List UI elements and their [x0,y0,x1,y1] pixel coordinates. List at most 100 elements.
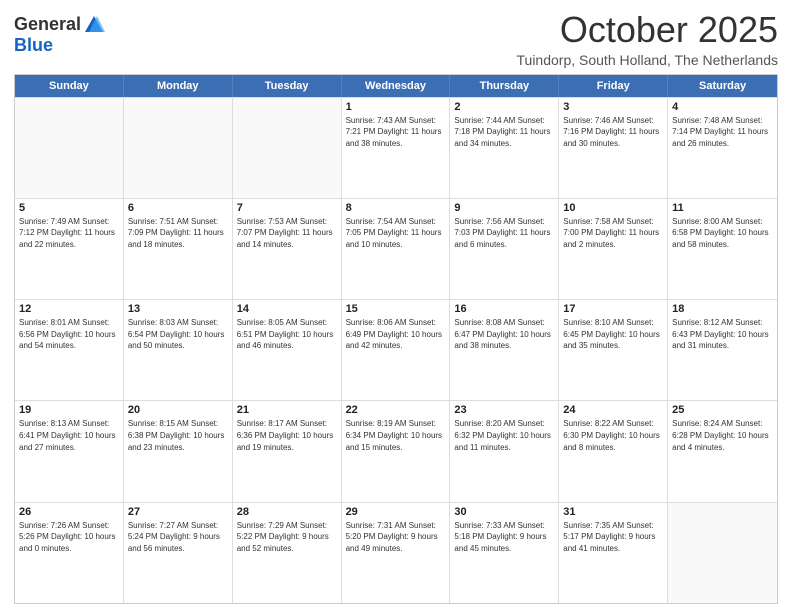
cell-info: Sunrise: 7:26 AM Sunset: 5:26 PM Dayligh… [19,520,119,555]
logo-general-text: General [14,15,81,35]
calendar-cell-31: 31 Sunrise: 7:35 AM Sunset: 5:17 PM Dayli… [559,503,668,603]
cell-info: Sunrise: 8:19 AM Sunset: 6:34 PM Dayligh… [346,418,446,453]
calendar-cell-29: 29Sunrise: 7:31 AM Sunset: 5:20 PM Dayli… [342,503,451,603]
cell-info: Sunrise: 7:48 AM Sunset: 7:14 PM Dayligh… [672,115,773,150]
day-number: 28 [237,506,337,518]
cell-info: Sunrise: 7:44 AM Sunset: 7:18 PM Dayligh… [454,115,554,150]
day-number: 11 [672,202,773,214]
calendar-row-1: 5 Sunrise: 7:49 AM Sunset: 7:12 PM Daylig… [15,198,777,299]
cell-info: Sunrise: 8:20 AM Sunset: 6:32 PM Dayligh… [454,418,554,453]
day-number: 17 [563,303,663,315]
day-number: 15 [346,303,446,315]
day-number: 3 [563,101,663,113]
calendar-cell-empty-4-6 [668,503,777,603]
calendar-cell-6: 6 Sunrise: 7:51 AM Sunset: 7:09 PM Daylig… [124,199,233,299]
day-number: 5 [19,202,119,214]
weekday-header-friday: Friday [559,75,668,97]
day-number: 8 [346,202,446,214]
calendar-cell-18: 18 Sunrise: 8:12 AM Sunset: 6:43 PM Dayli… [668,300,777,400]
weekday-header-saturday: Saturday [668,75,777,97]
calendar-cell-12: 12 Sunrise: 8:01 AM Sunset: 6:56 PM Dayli… [15,300,124,400]
page: General Blue October 2025 Tuindorp, Sout… [0,0,792,612]
calendar-cell-empty-0-0 [15,98,124,198]
day-number: 4 [672,101,773,113]
day-number: 19 [19,404,119,416]
day-number: 2 [454,101,554,113]
calendar-cell-empty-0-2 [233,98,342,198]
location: Tuindorp, South Holland, The Netherlands [517,52,779,68]
title-block: October 2025 Tuindorp, South Holland, Th… [517,10,779,68]
day-number: 30 [454,506,554,518]
cell-info: Sunrise: 7:54 AM Sunset: 7:05 PM Dayligh… [346,216,446,251]
calendar-cell-4: 4 Sunrise: 7:48 AM Sunset: 7:14 PM Daylig… [668,98,777,198]
calendar-cell-22: 22Sunrise: 8:19 AM Sunset: 6:34 PM Dayli… [342,401,451,501]
cell-info: Sunrise: 8:17 AM Sunset: 6:36 PM Dayligh… [237,418,337,453]
calendar: SundayMondayTuesdayWednesdayThursdayFrid… [14,74,778,604]
calendar-cell-19: 19 Sunrise: 8:13 AM Sunset: 6:41 PM Dayli… [15,401,124,501]
calendar-cell-21: 21 Sunrise: 8:17 AM Sunset: 6:36 PM Dayli… [233,401,342,501]
calendar-cell-7: 7 Sunrise: 7:53 AM Sunset: 7:07 PM Daylig… [233,199,342,299]
calendar-cell-28: 28 Sunrise: 7:29 AM Sunset: 5:22 PM Dayli… [233,503,342,603]
calendar-cell-17: 17Sunrise: 8:10 AM Sunset: 6:45 PM Dayli… [559,300,668,400]
calendar-cell-20: 20Sunrise: 8:15 AM Sunset: 6:38 PM Dayli… [124,401,233,501]
cell-info: Sunrise: 8:05 AM Sunset: 6:51 PM Dayligh… [237,317,337,352]
cell-info: Sunrise: 8:06 AM Sunset: 6:49 PM Dayligh… [346,317,446,352]
day-number: 27 [128,506,228,518]
weekday-header-monday: Monday [124,75,233,97]
cell-info: Sunrise: 7:51 AM Sunset: 7:09 PM Dayligh… [128,216,228,251]
calendar-cell-30: 30Sunrise: 7:33 AM Sunset: 5:18 PM Dayli… [450,503,559,603]
calendar-body: 1 Sunrise: 7:43 AM Sunset: 7:21 PM Daylig… [15,97,777,603]
cell-info: Sunrise: 8:08 AM Sunset: 6:47 PM Dayligh… [454,317,554,352]
calendar-cell-10: 10Sunrise: 7:58 AM Sunset: 7:00 PM Dayli… [559,199,668,299]
cell-info: Sunrise: 7:29 AM Sunset: 5:22 PM Dayligh… [237,520,337,555]
calendar-row-0: 1 Sunrise: 7:43 AM Sunset: 7:21 PM Daylig… [15,97,777,198]
calendar-row-3: 19 Sunrise: 8:13 AM Sunset: 6:41 PM Dayli… [15,400,777,501]
calendar-cell-27: 27 Sunrise: 7:27 AM Sunset: 5:24 PM Dayli… [124,503,233,603]
calendar-cell-23: 23 Sunrise: 8:20 AM Sunset: 6:32 PM Dayli… [450,401,559,501]
day-number: 31 [563,506,663,518]
calendar-cell-14: 14 Sunrise: 8:05 AM Sunset: 6:51 PM Dayli… [233,300,342,400]
logo-icon [83,14,105,36]
day-number: 23 [454,404,554,416]
day-number: 25 [672,404,773,416]
cell-info: Sunrise: 8:00 AM Sunset: 6:58 PM Dayligh… [672,216,773,251]
calendar-cell-15: 15 Sunrise: 8:06 AM Sunset: 6:49 PM Dayli… [342,300,451,400]
calendar-cell-9: 9 Sunrise: 7:56 AM Sunset: 7:03 PM Daylig… [450,199,559,299]
cell-info: Sunrise: 7:56 AM Sunset: 7:03 PM Dayligh… [454,216,554,251]
weekday-header-tuesday: Tuesday [233,75,342,97]
cell-info: Sunrise: 8:03 AM Sunset: 6:54 PM Dayligh… [128,317,228,352]
day-number: 18 [672,303,773,315]
cell-info: Sunrise: 7:27 AM Sunset: 5:24 PM Dayligh… [128,520,228,555]
cell-info: Sunrise: 7:49 AM Sunset: 7:12 PM Dayligh… [19,216,119,251]
cell-info: Sunrise: 7:35 AM Sunset: 5:17 PM Dayligh… [563,520,663,555]
calendar-cell-empty-0-1 [124,98,233,198]
cell-info: Sunrise: 8:01 AM Sunset: 6:56 PM Dayligh… [19,317,119,352]
day-number: 1 [346,101,446,113]
weekday-header-thursday: Thursday [450,75,559,97]
cell-info: Sunrise: 7:43 AM Sunset: 7:21 PM Dayligh… [346,115,446,150]
calendar-header-row: SundayMondayTuesdayWednesdayThursdayFrid… [15,75,777,97]
cell-info: Sunrise: 8:22 AM Sunset: 6:30 PM Dayligh… [563,418,663,453]
day-number: 9 [454,202,554,214]
cell-info: Sunrise: 7:58 AM Sunset: 7:00 PM Dayligh… [563,216,663,251]
day-number: 26 [19,506,119,518]
day-number: 6 [128,202,228,214]
calendar-cell-2: 2 Sunrise: 7:44 AM Sunset: 7:18 PM Daylig… [450,98,559,198]
day-number: 20 [128,404,228,416]
day-number: 16 [454,303,554,315]
cell-info: Sunrise: 7:53 AM Sunset: 7:07 PM Dayligh… [237,216,337,251]
weekday-header-sunday: Sunday [15,75,124,97]
calendar-cell-24: 24Sunrise: 8:22 AM Sunset: 6:30 PM Dayli… [559,401,668,501]
day-number: 21 [237,404,337,416]
calendar-row-2: 12 Sunrise: 8:01 AM Sunset: 6:56 PM Dayli… [15,299,777,400]
cell-info: Sunrise: 8:12 AM Sunset: 6:43 PM Dayligh… [672,317,773,352]
day-number: 12 [19,303,119,315]
day-number: 14 [237,303,337,315]
cell-info: Sunrise: 8:24 AM Sunset: 6:28 PM Dayligh… [672,418,773,453]
logo: General Blue [14,14,105,56]
cell-info: Sunrise: 8:13 AM Sunset: 6:41 PM Dayligh… [19,418,119,453]
calendar-cell-26: 26 Sunrise: 7:26 AM Sunset: 5:26 PM Dayli… [15,503,124,603]
day-number: 7 [237,202,337,214]
calendar-cell-11: 11 Sunrise: 8:00 AM Sunset: 6:58 PM Dayli… [668,199,777,299]
day-number: 29 [346,506,446,518]
